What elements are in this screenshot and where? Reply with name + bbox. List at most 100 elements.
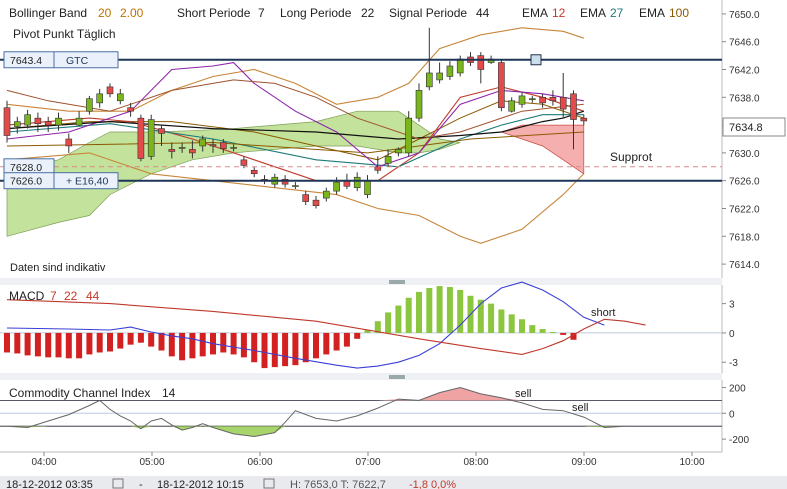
cci-sell-annotation-2: sell — [572, 402, 589, 414]
price-tick-label: 7626.0 — [729, 177, 760, 188]
macd-bar — [55, 332, 62, 358]
candle-body — [498, 62, 505, 109]
candle-body — [528, 98, 536, 100]
time-tick-label: 07:00 — [355, 457, 380, 468]
price-tick-label: 7642.0 — [729, 66, 760, 77]
candle-body — [384, 156, 392, 164]
candle-body — [44, 121, 52, 126]
candle-body — [3, 107, 11, 136]
splitter-grip[interactable] — [389, 280, 405, 284]
time-tick-label: 09:00 — [571, 457, 596, 468]
price-tick-label: 7646.0 — [729, 38, 760, 49]
macd-bar — [199, 332, 206, 357]
macd-bar — [117, 332, 124, 349]
price-axis-ticks: 7650.07646.07642.07638.07634.07630.07626… — [722, 10, 760, 271]
macd-param-2: 22 — [64, 289, 78, 303]
candle-body — [137, 117, 145, 159]
macd-param-1: 7 — [50, 289, 57, 303]
candle-body — [456, 58, 464, 74]
signal-periode-value: 44 — [476, 6, 490, 20]
panel-splitter-2[interactable] — [0, 373, 722, 380]
status-separator-glyph: - — [139, 479, 143, 489]
macd-bar — [45, 332, 52, 358]
macd-bar — [508, 314, 515, 333]
macd-bar — [302, 332, 309, 363]
order-handle-icon[interactable] — [530, 54, 542, 66]
indicative-note: Daten sind indikativ — [10, 262, 106, 274]
macd-bar — [488, 303, 495, 333]
support-annotation: Supprot — [610, 150, 653, 164]
candle-body — [75, 117, 83, 126]
candle-body — [250, 169, 258, 175]
long-periode-value: 22 — [361, 6, 375, 20]
macd-bar — [354, 332, 361, 339]
candle-body — [364, 180, 371, 195]
macd-bar — [560, 332, 567, 335]
price-tick-label: 7638.0 — [729, 93, 760, 104]
cci-panel: 200 0 -200 Commodity Channel Index 14 sell… — [0, 380, 749, 452]
candle-body — [24, 114, 31, 126]
panel-splitter[interactable] — [0, 278, 722, 285]
ema-12-label: EMA — [522, 6, 548, 20]
candle-body — [508, 100, 516, 112]
bollinger-label: Bollinger Band — [9, 6, 87, 20]
macd-bar — [65, 332, 72, 359]
order-level-price: 7643.4 — [10, 55, 42, 67]
macd-tick-label: -3 — [729, 358, 738, 369]
candle-body — [353, 176, 361, 188]
macd-bar — [282, 332, 289, 367]
cci-tick-label: -200 — [729, 435, 749, 446]
macd-bar — [189, 332, 196, 359]
signal-periode-label: Signal Periode — [389, 6, 467, 20]
candle-body — [446, 65, 454, 77]
order-level-tag: + E16,40 — [66, 176, 108, 188]
candle-body — [168, 149, 176, 152]
pivot-label: Pivot Punkt Täglich — [13, 27, 116, 41]
candle-body — [199, 138, 206, 147]
candle-body — [220, 142, 227, 150]
macd-bar — [426, 288, 433, 333]
macd-bar — [549, 331, 556, 333]
candle-body — [240, 159, 248, 166]
candle-body — [209, 144, 217, 147]
current-price-label: 7634.8 — [729, 122, 763, 134]
splitter-grip-2[interactable] — [389, 375, 405, 379]
candle-body — [117, 93, 124, 102]
candle-body — [158, 128, 165, 134]
macd-bar — [148, 332, 155, 347]
macd-tick-label: 3 — [729, 300, 735, 311]
long-periode-label: Long Periode — [280, 6, 352, 20]
cci-sell-annotation-1: sell — [515, 388, 532, 400]
cci-tick-label: 200 — [729, 383, 746, 394]
time-tick-label: 06:00 — [247, 457, 272, 468]
macd-bar — [519, 319, 525, 333]
macd-lines — [6, 281, 646, 369]
macd-bar — [323, 332, 330, 355]
macd-bar — [76, 332, 83, 359]
macd-bar — [4, 332, 10, 353]
macd-bar — [436, 286, 443, 333]
short-periode-label: Short Periode — [177, 6, 251, 20]
macd-bar — [230, 332, 237, 355]
cci-title: Commodity Channel Index — [9, 386, 150, 400]
macd-bar — [477, 299, 484, 333]
candle-body — [415, 90, 423, 119]
macd-bar — [416, 291, 422, 333]
status-bar — [0, 476, 787, 489]
bollinger-param-1: 20 — [98, 6, 112, 20]
time-tick-label: 08:00 — [463, 457, 488, 468]
ema-100-value: 100 — [669, 6, 689, 20]
cci-period: 14 — [162, 386, 176, 400]
candle-body — [147, 119, 155, 157]
macd-panel: 3 0 -3 MACD 7 22 44 short — [0, 281, 738, 373]
price-panel: 7650.07646.07642.07638.07634.07630.07626… — [0, 0, 786, 278]
candle-body — [518, 95, 526, 105]
macd-tick-label: 0 — [729, 329, 735, 340]
macd-bar — [261, 332, 268, 369]
order-level-price: 7626.0 — [10, 176, 42, 188]
candle-body — [312, 199, 320, 207]
price-tick-label: 7622.0 — [729, 205, 760, 216]
macd-bar — [137, 332, 144, 343]
bollinger-param-2: 2.00 — [120, 6, 144, 20]
cci-oversold-fill — [7, 426, 625, 437]
